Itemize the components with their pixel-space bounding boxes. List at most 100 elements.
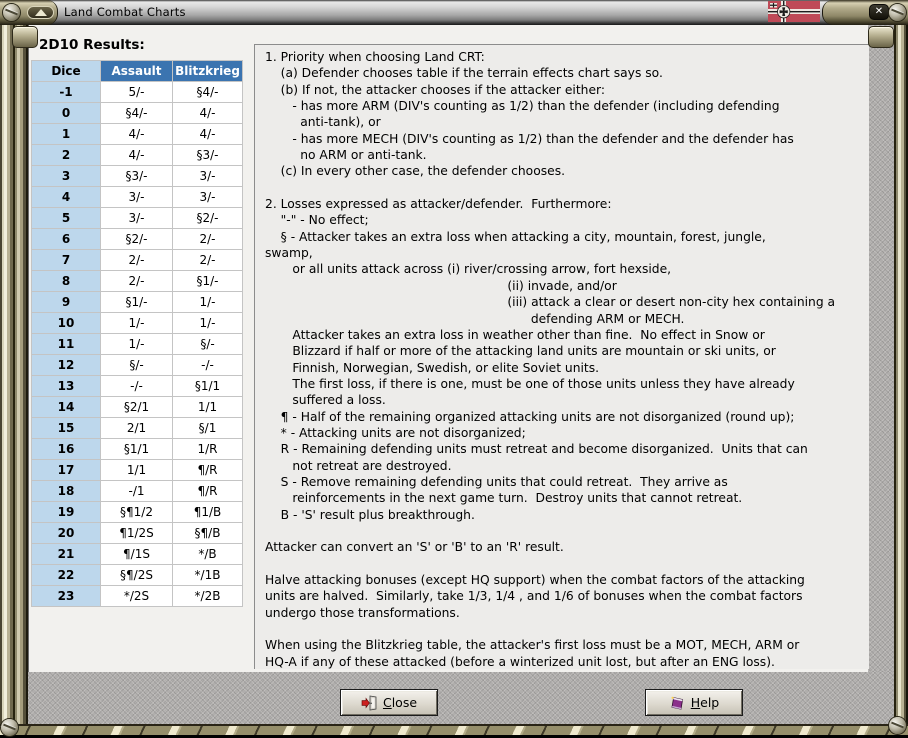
dice-cell: 7: [31, 249, 101, 271]
result-cell: §4/-: [172, 81, 243, 103]
dice-cell: 14: [31, 396, 101, 418]
table-row: 13 -/- §1/1: [31, 375, 243, 397]
screw-icon: [889, 4, 906, 21]
dice-cell: 12: [31, 354, 101, 376]
column-header-dice: Dice: [31, 60, 101, 82]
dice-cell: 17: [31, 459, 101, 481]
result-cell: */2S: [100, 585, 173, 607]
dice-cell: 20: [31, 522, 101, 544]
table-row: 6 §2/- 2/-: [31, 228, 243, 250]
dice-cell: 22: [31, 564, 101, 586]
result-cell: */B: [172, 543, 243, 565]
help-button[interactable]: Help: [645, 689, 743, 716]
result-cell: */2B: [172, 585, 243, 607]
result-cell: §2/-: [100, 228, 173, 250]
result-cell: §3/-: [100, 165, 173, 187]
table-row: 8 2/- §1/-: [31, 270, 243, 292]
table-row: 14 §2/1 1/1: [31, 396, 243, 418]
window-shade-button[interactable]: [27, 6, 54, 19]
dice-cell: 9: [31, 291, 101, 313]
dice-cell: 5: [31, 207, 101, 229]
dice-cell: 0: [31, 102, 101, 124]
table-row: -1 5/- §4/-: [31, 81, 243, 103]
table-row: 18 -/1 ¶/R: [31, 480, 243, 502]
dice-cell: 18: [31, 480, 101, 502]
footer-band: [28, 672, 894, 724]
result-cell: §1/-: [100, 291, 173, 313]
result-cell: 4/-: [100, 144, 173, 166]
result-cell: 2/-: [172, 228, 243, 250]
dice-cell: 11: [31, 333, 101, 355]
war-flag-icon: [768, 1, 820, 22]
table-row: 2 4/- §3/-: [31, 144, 243, 166]
result-cell: §2/-: [172, 207, 243, 229]
window-frame-left: [0, 24, 28, 738]
result-cell: 4/-: [100, 123, 173, 145]
close-button-label: Close: [382, 695, 418, 710]
dice-cell: 23: [31, 585, 101, 607]
screw-icon: [3, 4, 20, 21]
table-row: 10 1/- 1/-: [31, 312, 243, 334]
dice-cell: 1: [31, 123, 101, 145]
result-cell: §1/1: [172, 375, 243, 397]
result-cell: §3/-: [172, 144, 243, 166]
dice-cell: 21: [31, 543, 101, 565]
land-combat-charts-window: 2D10 Results: Dice Assault Blitzkrieg -1…: [0, 0, 908, 738]
result-cell: §2/1: [100, 396, 173, 418]
dice-cell: 8: [31, 270, 101, 292]
result-cell: 1/-: [100, 333, 173, 355]
help-button-label: Help: [690, 695, 720, 710]
table-row: 23 */2S */2B: [31, 585, 243, 607]
table-row: 15 2/1 §/1: [31, 417, 243, 439]
result-cell: §/-: [172, 333, 243, 355]
result-cell: -/-: [100, 375, 173, 397]
result-cell: §¶1/2: [100, 501, 173, 523]
table-row: 20 ¶1/2S §¶/B: [31, 522, 243, 544]
window-close-button[interactable]: ✕: [869, 4, 889, 20]
result-cell: 1/R: [172, 438, 243, 460]
result-cell: §1/-: [172, 270, 243, 292]
dice-cell: 10: [31, 312, 101, 334]
table-row: 17 1/1 ¶/R: [31, 459, 243, 481]
table-row: 4 3/- 3/-: [31, 186, 243, 208]
exit-door-icon: [361, 695, 377, 710]
result-cell: 5/-: [100, 81, 173, 103]
rules-notes-text: 1. Priority when choosing Land CRT: (a) …: [265, 50, 836, 669]
table-row: 1 4/- 4/-: [31, 123, 243, 145]
results-table: Dice Assault Blitzkrieg -1 5/- §4/- 0 §4/- 4/…: [31, 60, 243, 607]
dice-cell: 2: [31, 144, 101, 166]
rules-notes-panel: 1. Priority when choosing Land CRT: (a) …: [254, 44, 869, 669]
window-frame-right-texture: [868, 24, 894, 724]
dice-cell: 6: [31, 228, 101, 250]
result-cell: ¶/R: [172, 480, 243, 502]
result-cell: §¶/B: [172, 522, 243, 544]
result-cell: 2/1: [100, 417, 173, 439]
table-row: 9 §1/- 1/-: [31, 291, 243, 313]
dice-cell: 15: [31, 417, 101, 439]
table-row: 12 §/- -/-: [31, 354, 243, 376]
titlebar-right-cap: ✕: [822, 0, 908, 25]
close-button[interactable]: Close: [340, 689, 438, 716]
result-cell: §4/-: [100, 102, 173, 124]
result-cell: ¶1/2S: [100, 522, 173, 544]
column-header-blitzkrieg: Blitzkrieg: [172, 60, 243, 82]
result-cell: 4/-: [172, 123, 243, 145]
result-cell: §¶/2S: [100, 564, 173, 586]
triangle-icon: [34, 9, 47, 16]
screw-icon: [889, 717, 906, 734]
table-row: 21 ¶/1S */B: [31, 543, 243, 565]
result-cell: 2/-: [100, 249, 173, 271]
result-cell: §/1: [172, 417, 243, 439]
table-row: 7 2/- 2/-: [31, 249, 243, 271]
result-cell: 1/-: [100, 312, 173, 334]
result-cell: ¶1/B: [172, 501, 243, 523]
page-title: 2D10 Results:: [39, 37, 145, 53]
help-book-icon: [671, 696, 683, 710]
titlebar: Land Combat Charts ✕: [0, 0, 908, 25]
result-cell: 3/-: [172, 165, 243, 187]
table-row: 19 §¶1/2 ¶1/B: [31, 501, 243, 523]
result-cell: */1B: [172, 564, 243, 586]
result-cell: 3/-: [172, 186, 243, 208]
result-cell: ¶/1S: [100, 543, 173, 565]
result-cell: ¶/R: [172, 459, 243, 481]
